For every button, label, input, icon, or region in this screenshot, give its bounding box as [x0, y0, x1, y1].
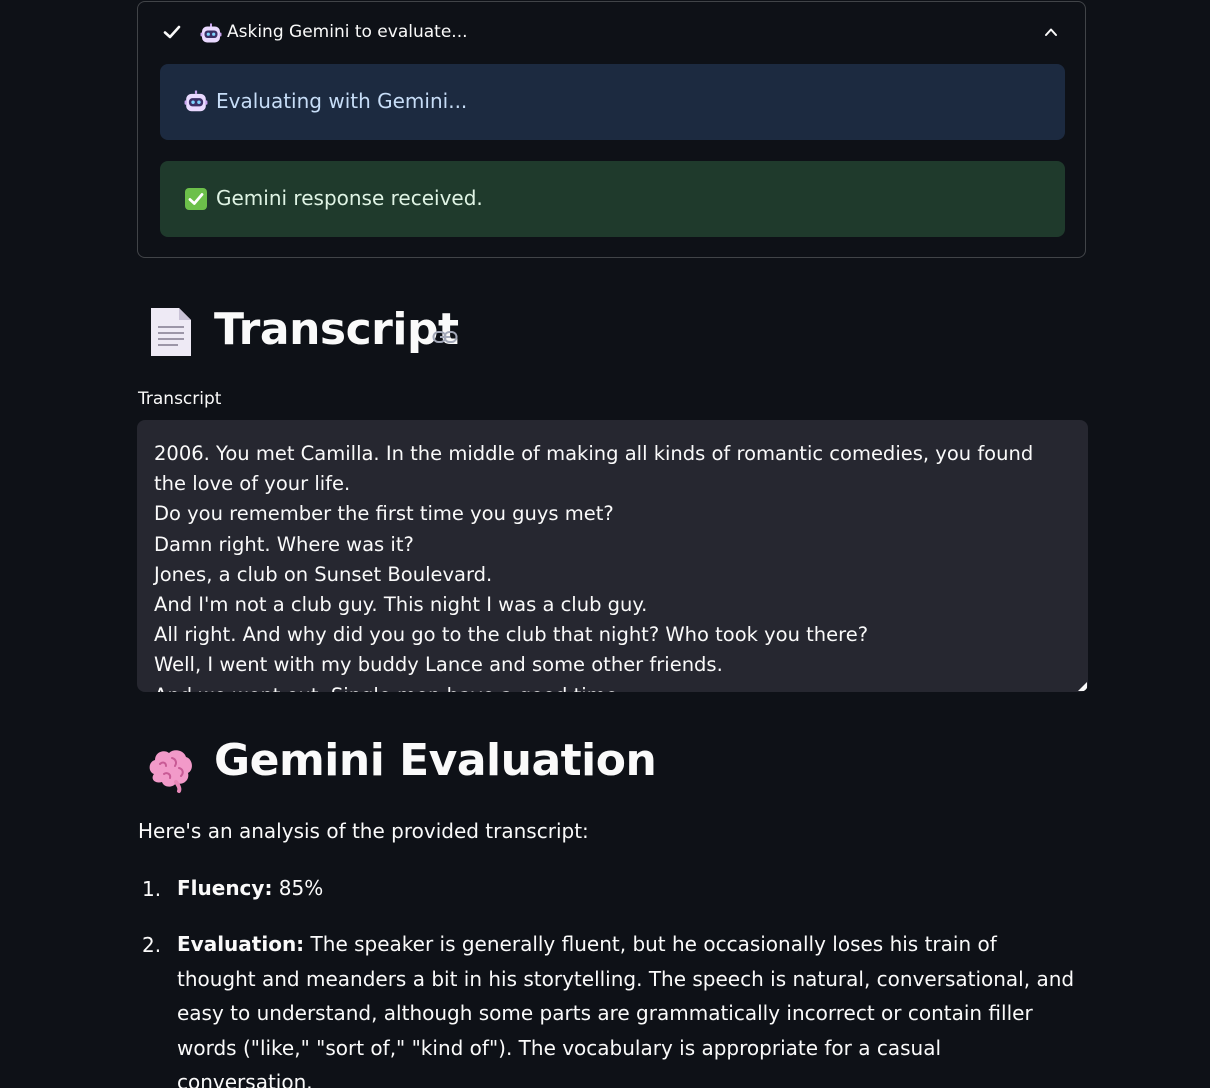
- resize-handle-icon[interactable]: [1078, 682, 1087, 691]
- transcript-textarea[interactable]: 2006. You met Camilla. In the middle of …: [137, 420, 1088, 692]
- document-icon: [151, 308, 191, 356]
- info-alert: Evaluating with Gemini...: [160, 64, 1065, 140]
- list-item-value: The speaker is generally fluent, but he …: [177, 932, 1075, 1088]
- robot-icon: [200, 23, 222, 43]
- status-title: Asking Gemini to evaluate...: [227, 22, 468, 42]
- success-alert: Gemini response received.: [160, 161, 1065, 237]
- list-item-number: 1.: [142, 877, 162, 901]
- transcript-field-label: Transcript: [138, 389, 222, 409]
- list-item-fluency: Fluency: 85%: [177, 871, 1077, 906]
- transcript-text[interactable]: 2006. You met Camilla. In the middle of …: [154, 439, 1069, 692]
- green-check-box-icon: [185, 188, 207, 210]
- robot-icon: [184, 90, 208, 112]
- status-expander: Asking Gemini to evaluate... Evaluating …: [137, 1, 1086, 258]
- brain-icon: [149, 750, 192, 793]
- evaluation-heading: Gemini Evaluation: [214, 735, 657, 786]
- info-message: Evaluating with Gemini...: [216, 89, 468, 113]
- app-page: Asking Gemini to evaluate... Evaluating …: [0, 0, 1210, 1088]
- chevron-up-icon[interactable]: [1043, 24, 1059, 40]
- link-icon[interactable]: [432, 329, 458, 345]
- list-item-value: 85%: [272, 876, 324, 900]
- evaluation-intro: Here's an analysis of the provided trans…: [138, 819, 589, 843]
- transcript-heading: Transcript: [214, 304, 459, 355]
- list-item-number: 2.: [142, 933, 162, 957]
- list-item-evaluation: Evaluation: The speaker is generally flu…: [177, 927, 1077, 1088]
- list-item-label: Evaluation:: [177, 932, 305, 956]
- check-icon: [163, 25, 181, 39]
- list-item-label: Fluency:: [177, 876, 273, 900]
- status-expander-header[interactable]: Asking Gemini to evaluate...: [138, 2, 1085, 64]
- success-message: Gemini response received.: [216, 186, 483, 210]
